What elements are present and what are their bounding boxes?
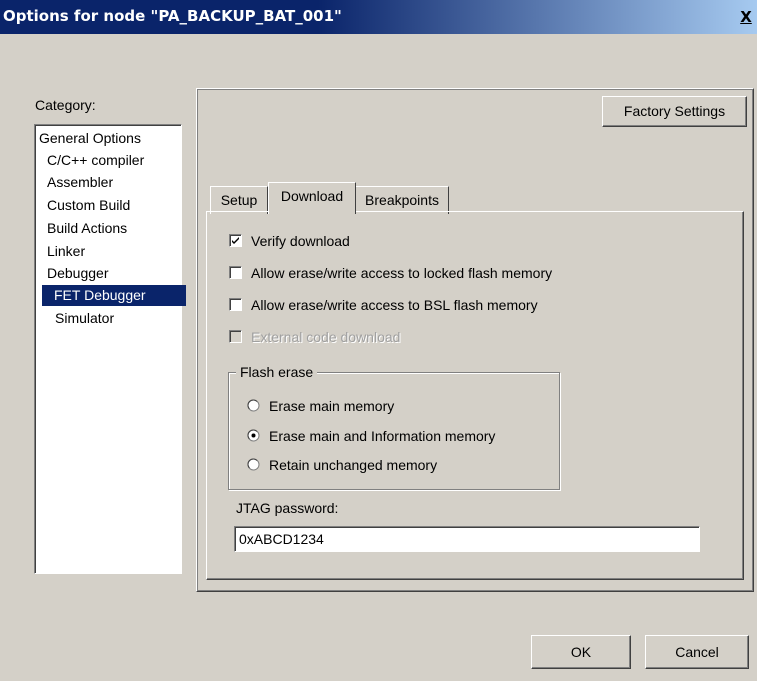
jtag-password-label: JTAG password: — [236, 500, 339, 516]
verify-download-checkbox[interactable]: Verify download — [229, 232, 529, 250]
category-item-general-options[interactable]: General Options — [35, 128, 145, 149]
category-item-debugger[interactable]: Debugger — [43, 263, 113, 284]
radio-erase-main-and-info-memory[interactable]: Erase main and Information memory — [247, 427, 527, 445]
radio-erase-main-memory[interactable]: Erase main memory — [247, 397, 427, 415]
checkmark-icon — [232, 237, 239, 244]
category-item-assembler[interactable]: Assembler — [43, 172, 117, 193]
checkbox-box[interactable] — [229, 266, 242, 279]
external-code-download-checkbox: External code download — [229, 328, 429, 346]
window-title: Options for node "PA_BACKUP_BAT_001" — [3, 7, 342, 25]
checkbox-box[interactable] — [229, 298, 242, 311]
factory-settings-button[interactable]: Factory Settings — [602, 96, 747, 127]
category-list[interactable]: General Options C/C++ compiler Assembler… — [34, 124, 186, 574]
locked-flash-access-label: Allow erase/write access to locked flash… — [251, 265, 553, 281]
cancel-button[interactable]: Cancel — [645, 635, 749, 669]
tab-setup[interactable]: Setup — [210, 186, 268, 214]
bsl-flash-access-checkbox[interactable]: Allow erase/write access to BSL flash me… — [229, 296, 569, 314]
title-bar: Options for node "PA_BACKUP_BAT_001" X — [0, 0, 757, 34]
tab-download[interactable]: Download — [268, 182, 356, 214]
radio-erase-main-and-info-memory-label: Erase main and Information memory — [269, 428, 496, 444]
radio-button-icon[interactable] — [247, 399, 260, 412]
external-code-download-label: External code download — [251, 329, 401, 345]
radio-erase-main-memory-label: Erase main memory — [269, 398, 395, 414]
category-item-build-actions[interactable]: Build Actions — [43, 218, 131, 239]
category-item-simulator[interactable]: Simulator — [51, 308, 118, 329]
radio-retain-unchanged-memory[interactable]: Retain unchanged memory — [247, 456, 467, 474]
close-icon[interactable]: X — [738, 8, 754, 26]
locked-flash-access-checkbox[interactable]: Allow erase/write access to locked flash… — [229, 264, 589, 282]
jtag-password-input[interactable] — [234, 526, 700, 552]
radio-button-selected-icon[interactable] — [247, 429, 260, 442]
ok-button[interactable]: OK — [531, 635, 631, 669]
checkbox-box — [229, 330, 242, 343]
checkbox-box[interactable] — [229, 234, 242, 247]
radio-button-icon[interactable] — [247, 458, 260, 471]
category-item-fet-debugger[interactable]: FET Debugger — [42, 285, 186, 306]
flash-erase-title: Flash erase — [236, 364, 318, 380]
radio-retain-unchanged-memory-label: Retain unchanged memory — [269, 457, 438, 473]
category-label: Category: — [35, 97, 96, 113]
category-item-linker[interactable]: Linker — [43, 241, 89, 262]
category-item-cpp-compiler[interactable]: C/C++ compiler — [43, 150, 148, 171]
bsl-flash-access-label: Allow erase/write access to BSL flash me… — [251, 297, 538, 313]
category-item-custom-build[interactable]: Custom Build — [43, 195, 134, 216]
tab-breakpoints[interactable]: Breakpoints — [355, 186, 449, 214]
verify-download-label: Verify download — [251, 233, 350, 249]
